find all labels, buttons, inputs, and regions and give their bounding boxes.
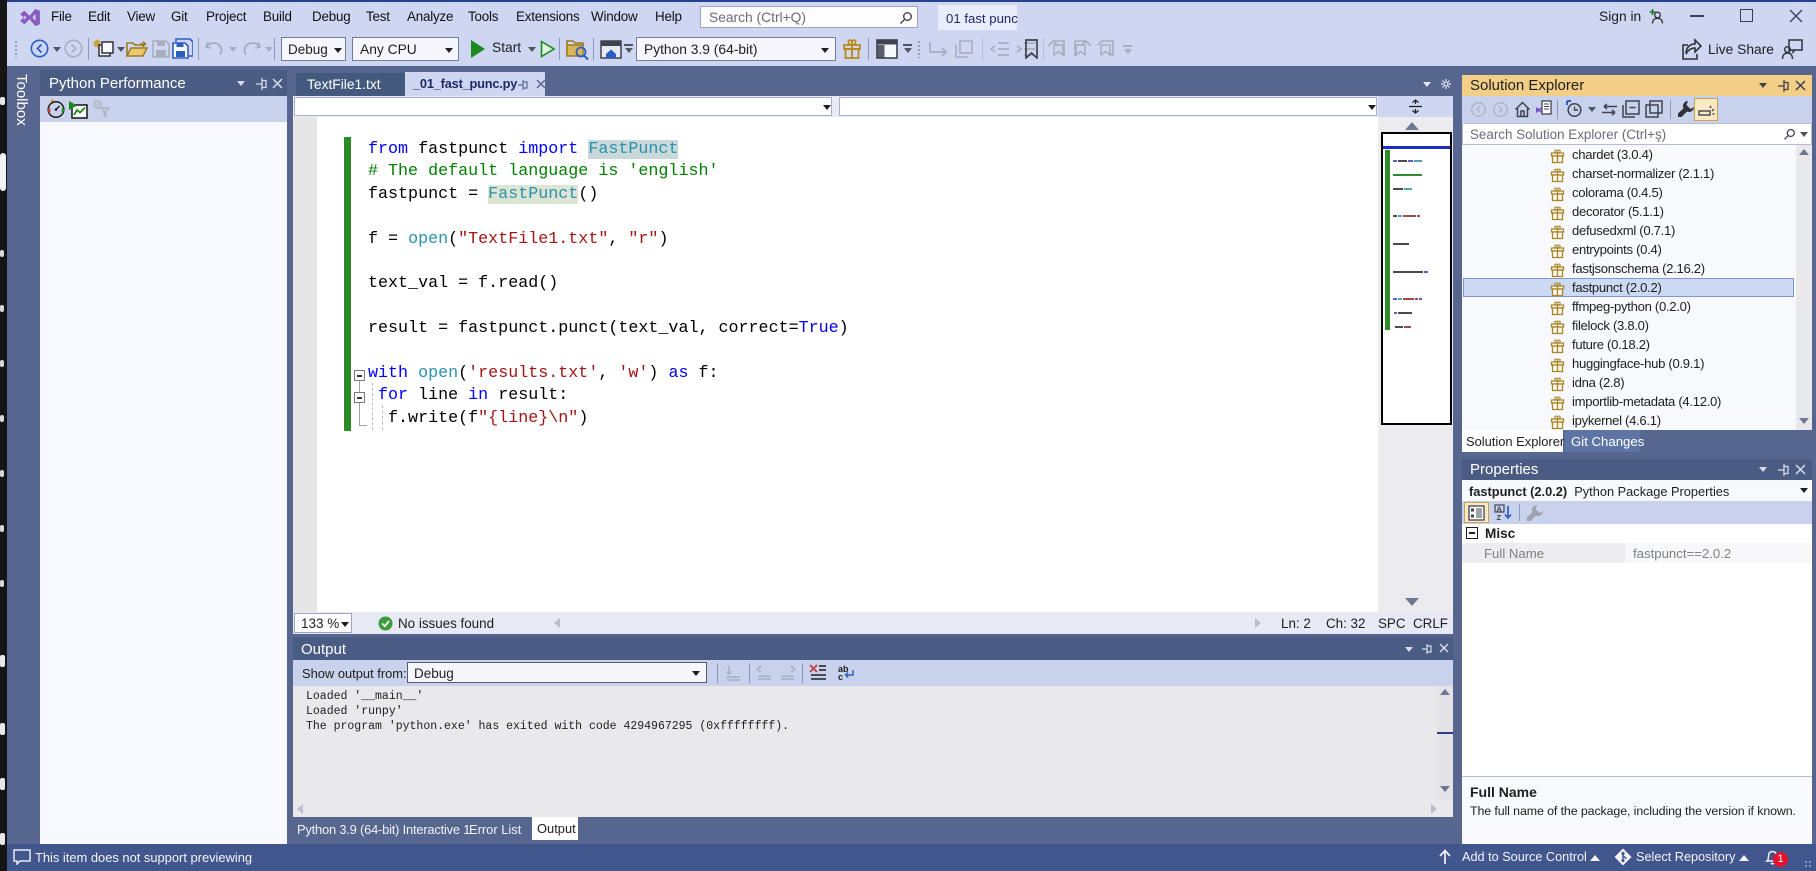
svg-text:Z: Z xyxy=(1497,513,1502,521)
svg-text:c: c xyxy=(838,672,843,681)
